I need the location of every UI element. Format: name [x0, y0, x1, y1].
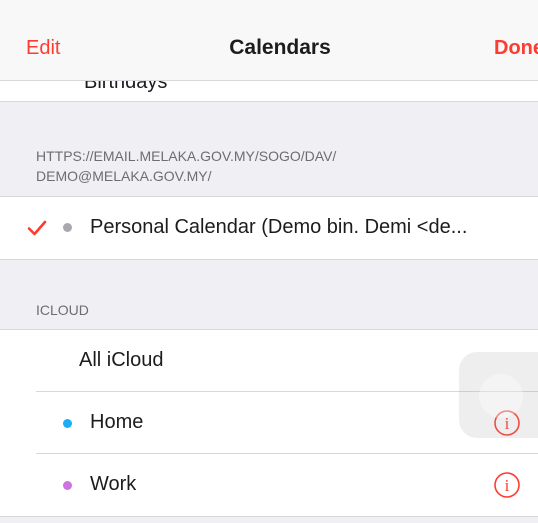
done-button[interactable]: Done	[494, 37, 538, 60]
navigation-bar: Edit Calendars Done	[0, 0, 538, 81]
caldav-calendar-group: Personal Calendar (Demo bin. Demi <de...	[0, 196, 538, 260]
calendar-row-label: Personal Calendar (Demo bin. Demi <de...	[90, 216, 468, 238]
svg-text:i: i	[505, 476, 510, 495]
calendar-color-dot	[63, 419, 72, 428]
caldav-section-header-line2: DEMO@MELAKA.GOV.MY/	[36, 168, 212, 184]
assistive-touch-button[interactable]	[459, 352, 538, 438]
calendar-row-home[interactable]: Home i	[0, 392, 538, 454]
caldav-section-header-line1: HTTPS://EMAIL.MELAKA.GOV.MY/SOGO/DAV/	[36, 148, 337, 164]
all-icloud-row[interactable]: All iCloud	[0, 330, 538, 392]
calendar-row-label: Home	[90, 411, 144, 433]
checkmark-icon	[27, 220, 47, 236]
caldav-section-header: HTTPS://EMAIL.MELAKA.GOV.MY/SOGO/DAV/ DE…	[36, 146, 336, 186]
calendar-color-dot	[63, 223, 72, 232]
page-title: Calendars	[229, 36, 331, 59]
calendar-row-work[interactable]: Work i	[0, 454, 538, 516]
icloud-section-header: ICLOUD	[36, 302, 89, 318]
assistive-touch-circle-icon	[479, 374, 523, 418]
partial-row[interactable]: Birthdays	[0, 81, 538, 102]
info-circle-icon[interactable]: i	[493, 471, 521, 499]
calendar-row-personal[interactable]: Personal Calendar (Demo bin. Demi <de...	[0, 197, 538, 259]
all-icloud-label: All iCloud	[79, 349, 164, 371]
calendars-screen: Edit Calendars Done Birthdays HTTPS://EM…	[0, 0, 538, 523]
calendar-row-label: Work	[90, 473, 137, 495]
icloud-calendar-group: All iCloud Home i Work i	[0, 329, 538, 517]
calendar-color-dot	[63, 481, 72, 490]
partial-row-label: Birthdays	[84, 81, 168, 93]
